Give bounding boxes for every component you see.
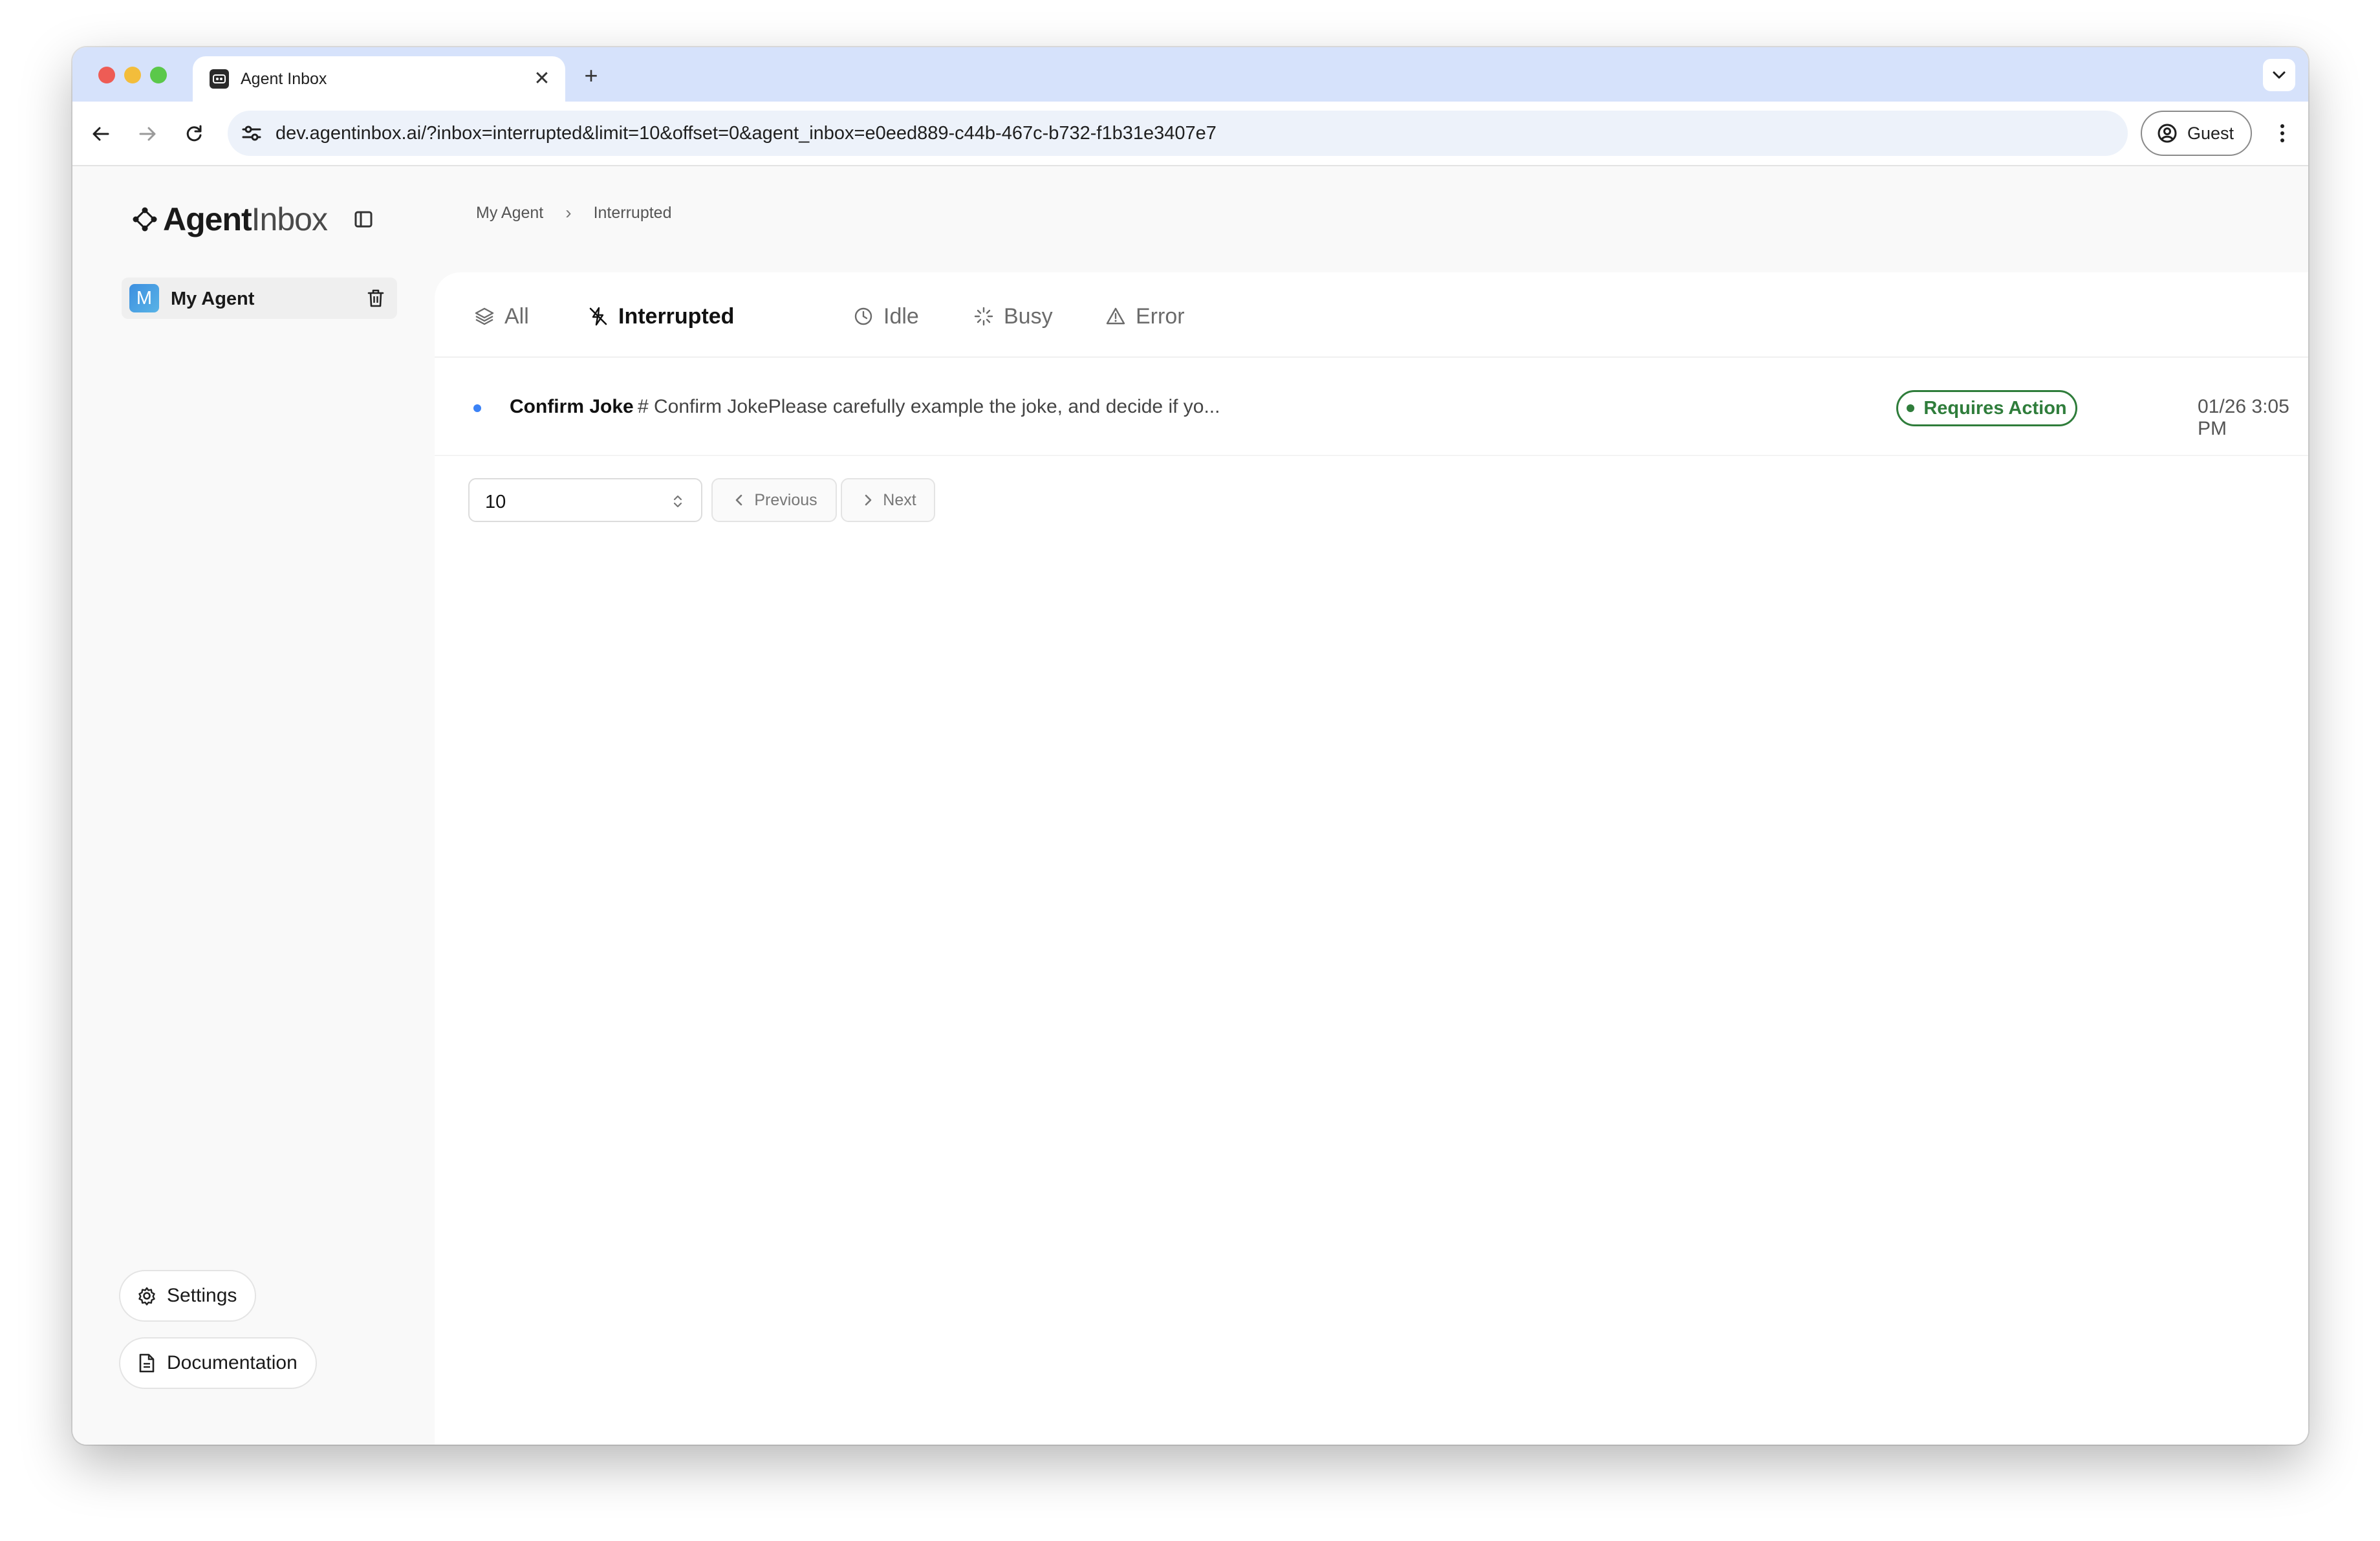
layers-icon <box>473 305 495 327</box>
clock-icon <box>852 305 874 327</box>
status-badge-label: Requires Action <box>1923 397 2067 419</box>
settings-button[interactable]: Settings <box>119 1270 256 1322</box>
profile-button[interactable]: Guest <box>2141 111 2252 156</box>
close-window-button[interactable] <box>98 67 115 83</box>
page-size-value: 10 <box>485 492 506 512</box>
chevron-down-icon <box>2273 71 2286 79</box>
minimize-window-button[interactable] <box>124 67 141 83</box>
maximize-window-button[interactable] <box>150 67 167 83</box>
breadcrumb-item-inbox[interactable]: Interrupted <box>594 204 672 223</box>
reload-button[interactable] <box>178 118 210 149</box>
chevron-right-icon <box>860 492 876 508</box>
chevrons-up-down-icon <box>673 495 682 508</box>
status-badge: Requires Action <box>1896 390 2077 426</box>
tab-busy-label: Busy <box>1004 303 1053 329</box>
logo-mark-icon <box>133 207 157 232</box>
panel-left-icon <box>354 211 373 228</box>
trash-icon <box>367 289 384 307</box>
file-text-icon <box>136 1352 158 1374</box>
browser-tab[interactable]: Agent Inbox ✕ <box>193 56 565 103</box>
more-vertical-icon <box>2280 124 2284 142</box>
tab-error[interactable]: Error <box>1105 301 1185 332</box>
breadcrumb-separator: › <box>565 202 572 223</box>
documentation-button[interactable]: Documentation <box>119 1337 317 1389</box>
new-tab-button[interactable]: + <box>577 61 605 90</box>
unread-indicator <box>473 404 481 412</box>
next-label: Next <box>883 490 916 509</box>
tab-all[interactable]: All <box>473 301 529 332</box>
breadcrumb-item-agent[interactable]: My Agent <box>476 204 543 223</box>
tab-strip: Agent Inbox ✕ + <box>72 47 2308 103</box>
logo-text-secondary: Inbox <box>251 201 328 237</box>
reload-icon <box>186 125 202 142</box>
sidebar-item-my-agent[interactable]: M My Agent <box>122 278 397 319</box>
tab-search-button[interactable] <box>2263 59 2295 91</box>
arrow-right-icon <box>139 127 156 141</box>
tab-interrupted-label: Interrupted <box>618 303 735 329</box>
tab-idle-label: Idle <box>883 303 919 329</box>
thread-row[interactable]: Confirm Joke # Confirm JokePlease carefu… <box>435 358 2308 456</box>
browser-menu-button[interactable] <box>2266 117 2299 149</box>
thread-timestamp: 01/26 3:05 PM <box>2198 396 2289 439</box>
documentation-label: Documentation <box>167 1352 298 1373</box>
tab-all-label: All <box>504 303 529 329</box>
page-size-select[interactable]: 10 <box>468 478 702 522</box>
address-bar[interactable]: dev.agentinbox.ai/?inbox=interrupted&lim… <box>228 111 2128 156</box>
interrupted-icon <box>587 305 609 327</box>
site-settings-icon[interactable] <box>241 122 263 144</box>
account-circle-icon <box>2156 122 2178 144</box>
logo-text-primary: Agent <box>163 201 252 237</box>
url-text[interactable]: dev.agentinbox.ai/?inbox=interrupted&lim… <box>276 123 1217 144</box>
chevron-left-icon <box>731 492 748 508</box>
agent-avatar: M <box>129 284 159 312</box>
next-page-button[interactable]: Next <box>841 478 935 522</box>
agent-name: My Agent <box>171 289 255 309</box>
loader-icon <box>973 305 995 327</box>
warning-icon <box>1105 305 1127 327</box>
toggle-sidebar-button[interactable] <box>351 206 376 232</box>
tab-interrupted[interactable]: Interrupted <box>587 301 734 332</box>
gear-icon <box>136 1285 158 1307</box>
status-dot <box>1907 404 1915 412</box>
close-tab-icon[interactable]: ✕ <box>529 65 555 91</box>
sidebar: Agent Inbox M My Agent Settings Document… <box>72 166 435 1445</box>
forward-button[interactable] <box>132 118 163 149</box>
profile-label: Guest <box>2187 123 2234 143</box>
delete-agent-button[interactable] <box>363 286 388 311</box>
breadcrumb: My Agent › Interrupted <box>476 202 671 223</box>
back-button[interactable] <box>85 118 116 149</box>
previous-label: Previous <box>754 490 817 509</box>
main-panel: All Interrupted Idle Busy Error Confirm … <box>435 272 2308 1445</box>
previous-page-button[interactable]: Previous <box>711 478 837 522</box>
thread-description: # Confirm JokePlease carefully example t… <box>638 396 1220 417</box>
favicon-icon <box>210 69 229 89</box>
tab-error-label: Error <box>1136 303 1185 329</box>
browser-toolbar: dev.agentinbox.ai/?inbox=interrupted&lim… <box>72 102 2308 166</box>
arrow-left-icon <box>92 127 109 141</box>
tab-title: Agent Inbox <box>241 70 327 88</box>
app-logo[interactable]: Agent Inbox <box>132 200 328 239</box>
app-root: Agent Inbox M My Agent Settings Document… <box>72 166 2308 1445</box>
tab-idle[interactable]: Idle <box>852 301 919 332</box>
inbox-filter-tabs: All Interrupted Idle Busy Error <box>435 272 2308 358</box>
browser-window: Agent Inbox ✕ + dev.agentinbox.ai/?inbox… <box>72 47 2308 1445</box>
tab-busy[interactable]: Busy <box>973 301 1053 332</box>
settings-label: Settings <box>167 1285 237 1306</box>
thread-title: Confirm Joke <box>510 396 634 417</box>
